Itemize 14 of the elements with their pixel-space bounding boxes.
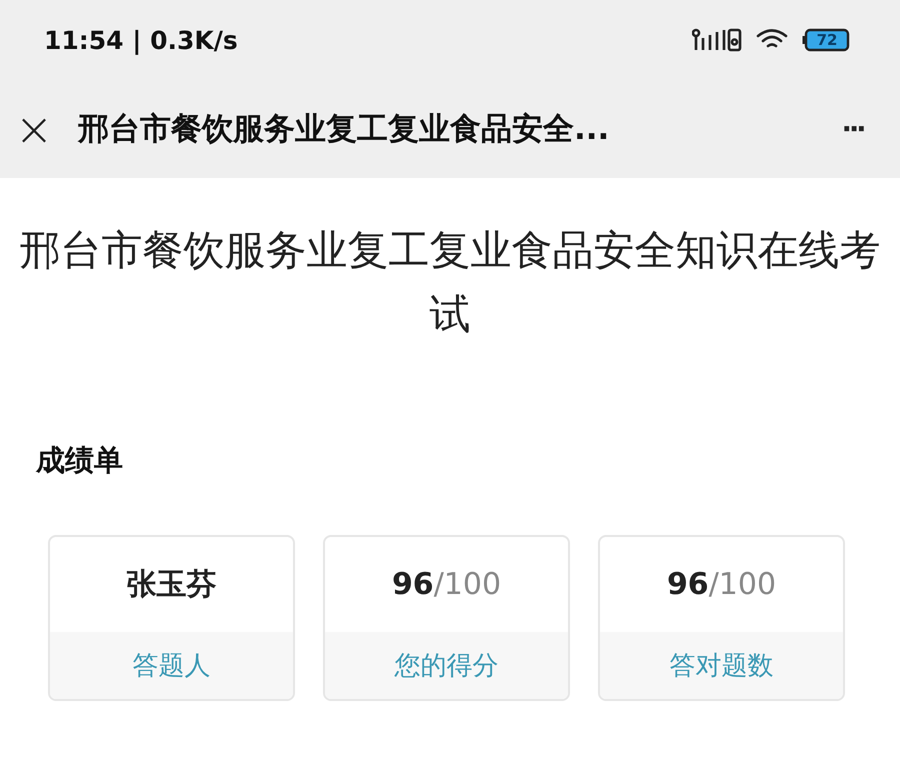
page-header-title: 邢台市餐饮服务业复工复业食品安全...: [78, 110, 610, 149]
score-value: 96/100: [392, 567, 502, 602]
close-button[interactable]: ×: [14, 106, 54, 152]
more-button[interactable]: ···: [842, 110, 864, 148]
respondent-name: 张玉芬: [126, 566, 216, 604]
signal-icon: [692, 28, 742, 52]
battery-level: 72: [816, 31, 838, 49]
score-value: 96/100: [666, 567, 776, 602]
section-title: 成绩单: [36, 442, 124, 479]
card-label: 答题人: [132, 650, 210, 683]
card-label: 答对题数: [670, 650, 774, 683]
exam-title: 邢台市餐饮服务业复工复业食品安全知识在线考试: [18, 225, 882, 340]
status-time: 11:54 | 0.3K/s: [44, 26, 238, 54]
card-label: 您的得分: [394, 650, 498, 683]
